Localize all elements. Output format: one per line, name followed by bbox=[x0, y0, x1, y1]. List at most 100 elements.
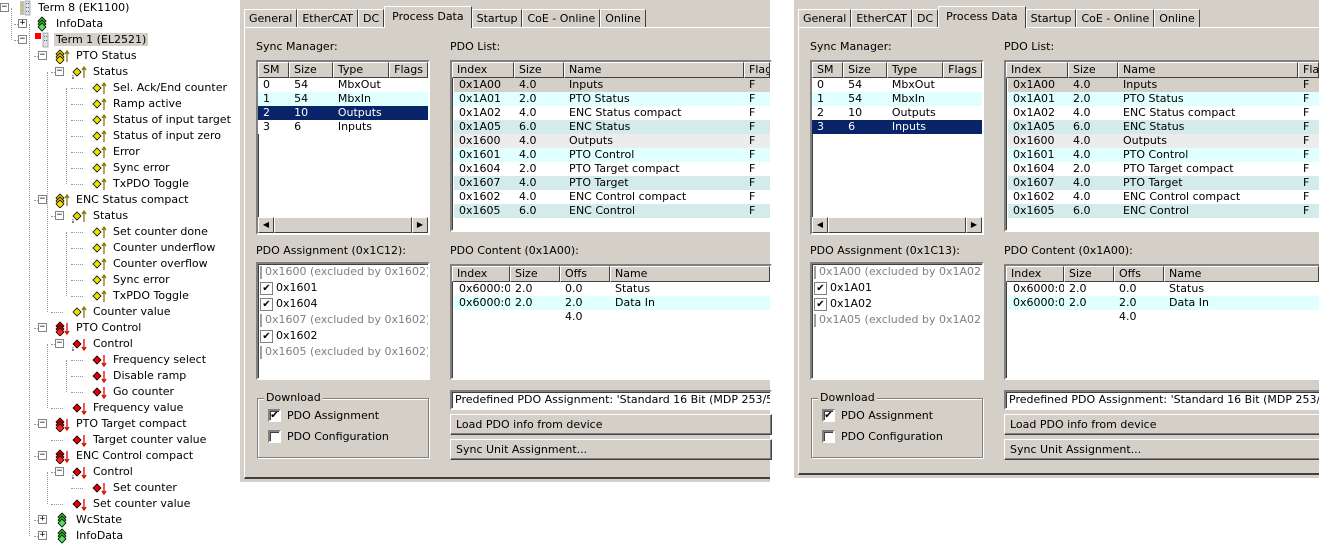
tab-general[interactable]: General bbox=[798, 9, 852, 28]
checkbox-unchecked[interactable] bbox=[260, 345, 262, 359]
checkbox-checked[interactable]: ✔ bbox=[814, 281, 827, 295]
column-header-size[interactable]: Size bbox=[1064, 266, 1114, 282]
expand-toggle[interactable]: + bbox=[38, 515, 47, 524]
column-header-flags[interactable]: Flags bbox=[1298, 62, 1319, 78]
tree-node[interactable]: WcState bbox=[49, 512, 124, 528]
scroll-thumb[interactable] bbox=[274, 217, 412, 233]
table-row[interactable]: 0x1604 2.0 PTO Target compact F bbox=[1008, 162, 1319, 176]
checkbox-box[interactable] bbox=[268, 430, 281, 443]
tree-node[interactable]: Sel. Ack/End counter bbox=[86, 80, 229, 96]
collapse-toggle[interactable]: − bbox=[38, 195, 47, 204]
horizontal-scrollbar[interactable]: ◀ ▶ bbox=[258, 217, 428, 233]
column-header-index[interactable]: Index bbox=[1006, 266, 1064, 282]
tab-startup[interactable]: Startup bbox=[471, 9, 523, 28]
tree-node[interactable]: s Status bbox=[66, 64, 130, 81]
column-header-size[interactable]: Size bbox=[289, 62, 333, 78]
tree-node[interactable]: Set counter value bbox=[66, 496, 192, 512]
pdo-assignment-item[interactable]: 0x1605 (excluded by 0x1602) bbox=[258, 344, 428, 360]
pdo-assignment-checkbox[interactable]: ✔ PDO Assignment bbox=[268, 409, 379, 422]
column-header-flags[interactable]: Flags bbox=[943, 62, 982, 78]
pdo-list[interactable]: IndexSizeNameFlags0x1A004.0InputsF0x1A01… bbox=[450, 60, 772, 232]
checkbox-box[interactable] bbox=[822, 430, 835, 443]
pdo-list[interactable]: IndexSizeNameFlags0x1A004.0InputsF0x1A01… bbox=[1004, 60, 1319, 232]
tab-process-data[interactable]: Process Data bbox=[938, 6, 1026, 28]
tab-dc[interactable]: DC bbox=[911, 9, 939, 28]
tree-node[interactable]: s Control bbox=[66, 464, 135, 481]
scroll-left-button[interactable]: ◀ bbox=[258, 217, 274, 233]
table-row[interactable]: 0 54 MbxOut bbox=[258, 78, 428, 92]
table-row[interactable]: 0x1605 6.0 ENC Control F bbox=[454, 204, 770, 218]
tree-node[interactable]: ENC Control compact bbox=[49, 448, 195, 465]
pdo-assignment-item[interactable]: ✔ 0x1A02 bbox=[812, 296, 982, 312]
table-row[interactable]: 0x1A05 6.0 ENC Status F bbox=[1008, 120, 1319, 134]
table-row[interactable]: 0x6000:01 2.0 0.0 Status bbox=[454, 282, 770, 296]
pdo-content-list[interactable]: IndexSizeOffsName0x6000:012.00.0Status0x… bbox=[450, 264, 772, 380]
checkbox-checked[interactable]: ✔ bbox=[260, 281, 273, 295]
tree-node[interactable]: InfoData bbox=[29, 16, 105, 32]
tree-node[interactable]: Set counter done bbox=[86, 224, 210, 240]
table-row[interactable]: 0x1A02 4.0 ENC Status compact F bbox=[454, 106, 770, 120]
load-pdo-info-button[interactable]: Load PDO info from device bbox=[450, 414, 772, 435]
tree-node[interactable]: TxPDO Toggle bbox=[86, 288, 191, 304]
tab-coe-online[interactable]: CoE - Online bbox=[522, 9, 601, 28]
column-header-index[interactable]: Index bbox=[452, 62, 514, 78]
scroll-right-button[interactable]: ▶ bbox=[412, 217, 428, 233]
column-header-flags[interactable]: Flags bbox=[389, 62, 428, 78]
tab-online[interactable]: Online bbox=[600, 9, 646, 28]
tree-node[interactable]: Target counter value bbox=[66, 432, 208, 448]
column-header-size[interactable]: Size bbox=[514, 62, 564, 78]
column-header-name[interactable]: Name bbox=[610, 266, 770, 282]
table-row[interactable]: 0 54 MbxOut bbox=[812, 78, 982, 92]
column-header-name[interactable]: Name bbox=[564, 62, 744, 78]
pdo-assignment-item[interactable]: ✔ 0x1601 bbox=[258, 280, 428, 296]
column-header-sm[interactable]: SM bbox=[812, 62, 844, 78]
column-header-offs[interactable]: Offs bbox=[560, 266, 610, 282]
column-header-size[interactable]: Size bbox=[843, 62, 887, 78]
pdo-content-list[interactable]: IndexSizeOffsName0x6000:012.00.0Status0x… bbox=[1004, 264, 1319, 380]
table-row[interactable]: 0x1A02 4.0 ENC Status compact F bbox=[1008, 106, 1319, 120]
sync-manager-list[interactable]: SM Size Type Flags 0 54 MbxOut 1 54 MbxIn 2 10 Outpu… bbox=[810, 60, 984, 235]
tab-process-data[interactable]: Process Data bbox=[384, 6, 472, 28]
table-row[interactable]: 0x6000:02 2.0 2.0 Data In bbox=[1008, 296, 1319, 310]
table-row[interactable]: 2 10 Outputs bbox=[258, 106, 428, 120]
table-row[interactable]: 0x6000:02 2.0 2.0 Data In bbox=[454, 296, 770, 310]
table-row[interactable]: 0x1A01 2.0 PTO Status F bbox=[1008, 92, 1319, 106]
table-row[interactable]: 3 6 Inputs bbox=[812, 120, 982, 134]
column-header-offs[interactable]: Offs bbox=[1114, 266, 1164, 282]
tab-coe-online[interactable]: CoE - Online bbox=[1076, 9, 1155, 28]
collapse-toggle[interactable]: − bbox=[38, 323, 47, 332]
sync-unit-assignment-button[interactable]: Sync Unit Assignment... bbox=[1004, 439, 1319, 460]
table-row[interactable]: 4.0 bbox=[454, 310, 770, 324]
column-header-size[interactable]: Size bbox=[1068, 62, 1118, 78]
checkbox-unchecked[interactable] bbox=[814, 313, 816, 327]
pdo-assignment-item[interactable]: 0x1607 (excluded by 0x1602) bbox=[258, 312, 428, 328]
table-row[interactable]: 0x1607 4.0 PTO Target F bbox=[1008, 176, 1319, 190]
sync-manager-list[interactable]: SM Size Type Flags 0 54 MbxOut 1 54 MbxIn 2 10 Outpu… bbox=[256, 60, 430, 235]
table-row[interactable]: 0x1602 4.0 ENC Control compact F bbox=[1008, 190, 1319, 204]
pdo-assignment-list[interactable]: 0x1600 (excluded by 0x1602) ✔ 0x1601 ✔ 0x160… bbox=[256, 262, 430, 380]
table-row[interactable]: 0x1A00 4.0 Inputs F bbox=[454, 78, 770, 92]
scroll-left-button[interactable]: ◀ bbox=[812, 217, 828, 233]
load-pdo-info-button[interactable]: Load PDO info from device bbox=[1004, 414, 1319, 435]
table-row[interactable]: 0x1605 6.0 ENC Control F bbox=[1008, 204, 1319, 218]
column-header-type[interactable]: Type bbox=[332, 62, 390, 78]
scroll-right-button[interactable]: ▶ bbox=[966, 217, 982, 233]
tree-node[interactable]: Counter underflow bbox=[86, 240, 217, 256]
table-row[interactable]: 0x1601 4.0 PTO Control F bbox=[454, 148, 770, 162]
predefined-pdo-assignment-select[interactable]: Predefined PDO Assignment: 'Standard 16 … bbox=[1004, 390, 1319, 410]
collapse-toggle[interactable]: − bbox=[18, 35, 27, 44]
pdo-assignment-item[interactable]: 0x1A00 (excluded by 0x1A02) bbox=[812, 264, 982, 280]
tab-ethercat[interactable]: EtherCAT bbox=[851, 9, 912, 28]
collapse-toggle[interactable]: − bbox=[55, 467, 64, 476]
column-header-flags[interactable]: Flags bbox=[744, 62, 770, 78]
collapse-toggle[interactable]: − bbox=[38, 419, 47, 428]
column-header-index[interactable]: Index bbox=[1006, 62, 1068, 78]
pdo-assignment-item[interactable]: ✔ 0x1602 bbox=[258, 328, 428, 344]
column-header-index[interactable]: Index bbox=[452, 266, 510, 282]
predefined-pdo-assignment-select[interactable]: Predefined PDO Assignment: 'Standard 16 … bbox=[450, 390, 772, 410]
tree-node[interactable]: TxPDO Toggle bbox=[86, 176, 191, 192]
table-row[interactable]: 0x1602 4.0 ENC Control compact F bbox=[454, 190, 770, 204]
checkbox-unchecked[interactable] bbox=[260, 313, 262, 327]
collapse-toggle[interactable]: − bbox=[38, 51, 47, 60]
pdo-assignment-checkbox[interactable]: ✔ PDO Assignment bbox=[822, 409, 933, 422]
